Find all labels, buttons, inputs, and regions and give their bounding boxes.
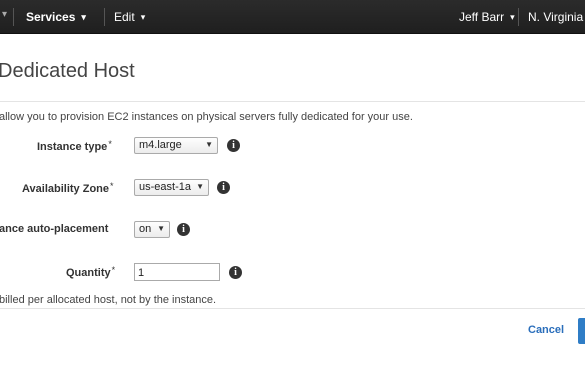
billing-note: billed per allocated host, not by the in… xyxy=(0,294,217,306)
region-menu[interactable]: N. Virginia▾ xyxy=(528,10,585,24)
availability-zone-label: Availability Zone* xyxy=(22,181,114,195)
info-icon[interactable]: i xyxy=(227,139,240,152)
quantity-label-text: Quantity xyxy=(66,267,111,279)
nav-divider xyxy=(518,8,519,26)
cancel-button[interactable]: Cancel xyxy=(528,324,564,336)
divider xyxy=(0,308,585,309)
availability-zone-label-text: Availability Zone xyxy=(22,183,110,195)
required-marker: * xyxy=(108,139,112,149)
nav-divider xyxy=(104,8,105,26)
nav-divider xyxy=(13,8,14,26)
region-menu-label: N. Virginia xyxy=(528,10,584,24)
instance-type-label-text: Instance type xyxy=(37,141,108,153)
chevron-down-icon: ▼ xyxy=(196,182,204,191)
required-marker: * xyxy=(111,265,116,275)
user-menu-label: Jeff Barr xyxy=(459,10,505,24)
instance-type-value: m4.large xyxy=(139,139,182,151)
instance-type-select[interactable]: m4.large ▼ xyxy=(134,137,218,154)
info-icon[interactable]: i xyxy=(177,223,190,236)
divider xyxy=(0,101,585,102)
quantity-label: Quantity* xyxy=(66,265,115,279)
info-icon[interactable]: i xyxy=(229,266,242,279)
chevron-down-icon: ▾ xyxy=(140,12,146,22)
services-menu[interactable]: Services ▾ xyxy=(26,10,86,24)
top-nav-bar: ▾ Services ▾ Edit ▾ Jeff Barr ▾ N. Virginia… xyxy=(0,0,585,34)
chevron-down-icon[interactable]: ▾ xyxy=(2,9,7,20)
edit-menu-label: Edit xyxy=(114,10,135,24)
quantity-input[interactable] xyxy=(134,263,220,281)
chevron-down-icon: ▾ xyxy=(81,12,86,22)
auto-placement-label: ance auto-placement xyxy=(0,223,109,235)
page-description: allow you to provision EC2 instances on … xyxy=(0,111,413,123)
chevron-down-icon: ▾ xyxy=(510,12,515,22)
page-title: Dedicated Host xyxy=(0,60,135,82)
user-menu[interactable]: Jeff Barr ▾ xyxy=(459,10,515,24)
primary-action-button[interactable] xyxy=(578,318,585,344)
auto-placement-value: on xyxy=(139,223,152,235)
chevron-down-icon: ▼ xyxy=(157,224,165,233)
availability-zone-select[interactable]: us-east-1a ▼ xyxy=(134,179,209,196)
availability-zone-value: us-east-1a xyxy=(139,181,191,193)
info-icon[interactable]: i xyxy=(217,181,230,194)
auto-placement-select[interactable]: on ▼ xyxy=(134,221,170,238)
chevron-down-icon: ▼ xyxy=(205,140,213,149)
required-marker: * xyxy=(110,181,114,191)
instance-type-label: Instance type* xyxy=(37,139,112,153)
edit-menu[interactable]: Edit ▾ xyxy=(114,10,145,24)
services-menu-label: Services xyxy=(26,10,76,24)
